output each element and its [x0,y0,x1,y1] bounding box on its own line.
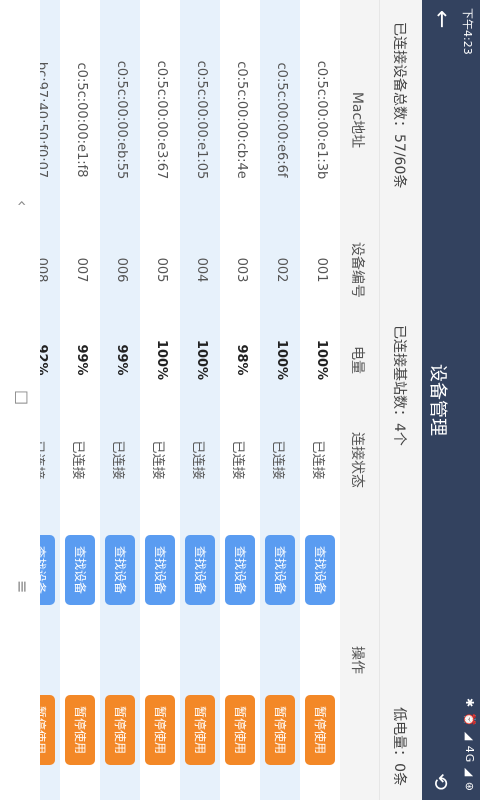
nav-home-icon[interactable]: □ [13,390,32,405]
cell-connection-status: 已连接 [70,440,85,480]
device-table: c0:5c:00:00:e1:3b 001 100% 已连接 查找设备 暂停使用 c0:5c… [20,0,340,800]
cell-connection-status: 已连接 [230,440,245,480]
find-device-button[interactable]: 查找设备 [105,535,135,605]
status-icons: ✱ ⏰ ◢ 4G ◢ ⊛ [463,697,476,792]
nav-menu-icon[interactable]: ≡ [13,580,32,593]
table-header: Mac地址 设备编号 电量 连接状态 操作 [339,0,380,800]
low-battery-count: 低电量：0条 [391,707,407,786]
table-row: c0:5c:00:00:cb:4e 003 98% 已连接查找设备暂停使用 [220,0,260,800]
cell-device-id: 007 [74,257,89,283]
table-row: c0:5c:00:00:eb:55 006 99% 已连接查找设备暂停使用 [100,0,140,800]
cell-connection-status: 已连接 [150,440,165,480]
pause-use-button[interactable]: 暂停使用 [65,695,95,765]
pause-use-button[interactable]: 暂停使用 [225,695,255,765]
find-device-button[interactable]: 查找设备 [225,535,255,605]
cell-mac: c0:5c:00:00:e6:6f [274,62,289,178]
status-time: 下午4:23 [461,8,474,55]
header-device-id: 设备编号 [349,242,365,298]
page-title: 设备管理 [427,364,448,436]
cell-battery: 100% [274,339,289,381]
cell-mac: c0:5c:00:00:e3:67 [154,60,169,180]
cell-device-id: 003 [234,257,249,283]
header-connection-status: 连接状态 [349,432,365,488]
cell-mac: c0:5c:00:00:eb:55 [114,60,129,180]
pause-use-button[interactable]: 暂停使用 [185,695,215,765]
cell-device-id: 004 [194,257,209,283]
table-row: c0:5c:00:00:e6:6f 002 100% 已连接查找设备暂停使用 [260,0,300,800]
cell-battery: 100% [314,339,329,381]
pause-use-button[interactable]: 暂停使用 [305,695,335,765]
table-row: c0:5c:00:00:e1:f8 007 99% 已连接查找设备暂停使用 [60,0,100,800]
cell-connection-status: 已连接 [310,440,325,480]
status-bar: 下午4:23 ✱ ⏰ ◢ 4G ◢ ⊛ [458,0,480,800]
find-device-button[interactable]: 查找设备 [145,535,175,605]
cell-mac: c0:5c:00:00:e1:3b [314,60,329,180]
find-device-button[interactable]: 查找设备 [265,535,295,605]
cell-connection-status: 已连接 [190,440,205,480]
header-battery: 电量 [349,346,365,374]
refresh-icon[interactable]: ⟲ [429,773,453,790]
cell-battery: 99% [114,344,129,376]
cell-battery: 100% [194,339,209,381]
cell-device-id: 002 [274,257,289,283]
table-row: c0:5c:00:00:e1:3b 001 100% 已连接查找设备暂停使用 [300,0,340,800]
cell-mac: c0:5c:00:00:e1:f8 [74,62,89,178]
summary-bar: 已连接设备总数：57/60条 已连接基站数：4个 低电量：0条 [380,0,422,800]
pause-use-button[interactable]: 暂停使用 [145,695,175,765]
cell-device-id: 005 [154,257,169,283]
cell-connection-status: 已连接 [270,440,285,480]
app-screen: 下午4:23 ✱ ⏰ ◢ 4G ◢ ⊛ ← 设备管理 ⟲ 已连接设备总数：57/… [0,0,480,800]
system-nav-bar: ‹ □ ≡ [0,0,40,800]
find-device-button[interactable]: 查找设备 [185,535,215,605]
cell-device-id: 006 [114,257,129,283]
cell-mac: c0:5c:00:00:e1:05 [194,60,209,180]
cell-battery: 100% [154,339,169,381]
find-device-button[interactable]: 查找设备 [65,535,95,605]
cell-battery: 98% [234,344,249,376]
cell-connection-status: 已连接 [110,440,125,480]
find-device-button[interactable]: 查找设备 [305,535,335,605]
table-row: c0:5c:00:00:e3:67 005 100% 已连接查找设备暂停使用 [140,0,180,800]
pause-use-button[interactable]: 暂停使用 [105,695,135,765]
nav-back-icon[interactable]: ‹ [13,200,32,206]
pause-use-button[interactable]: 暂停使用 [265,695,295,765]
app-bar: ← 设备管理 ⟲ [422,0,458,800]
cell-mac: c0:5c:00:00:cb:4e [234,61,249,179]
header-mac: Mac地址 [349,91,365,149]
connected-devices-total: 已连接设备总数：57/60条 [391,22,407,189]
connected-base-stations: 已连接基站数：4个 [391,325,407,446]
cell-battery: 99% [74,344,89,376]
table-row: c0:5c:00:00:e1:05 004 100% 已连接查找设备暂停使用 [180,0,220,800]
cell-device-id: 001 [314,257,329,283]
header-actions: 操作 [349,646,365,674]
